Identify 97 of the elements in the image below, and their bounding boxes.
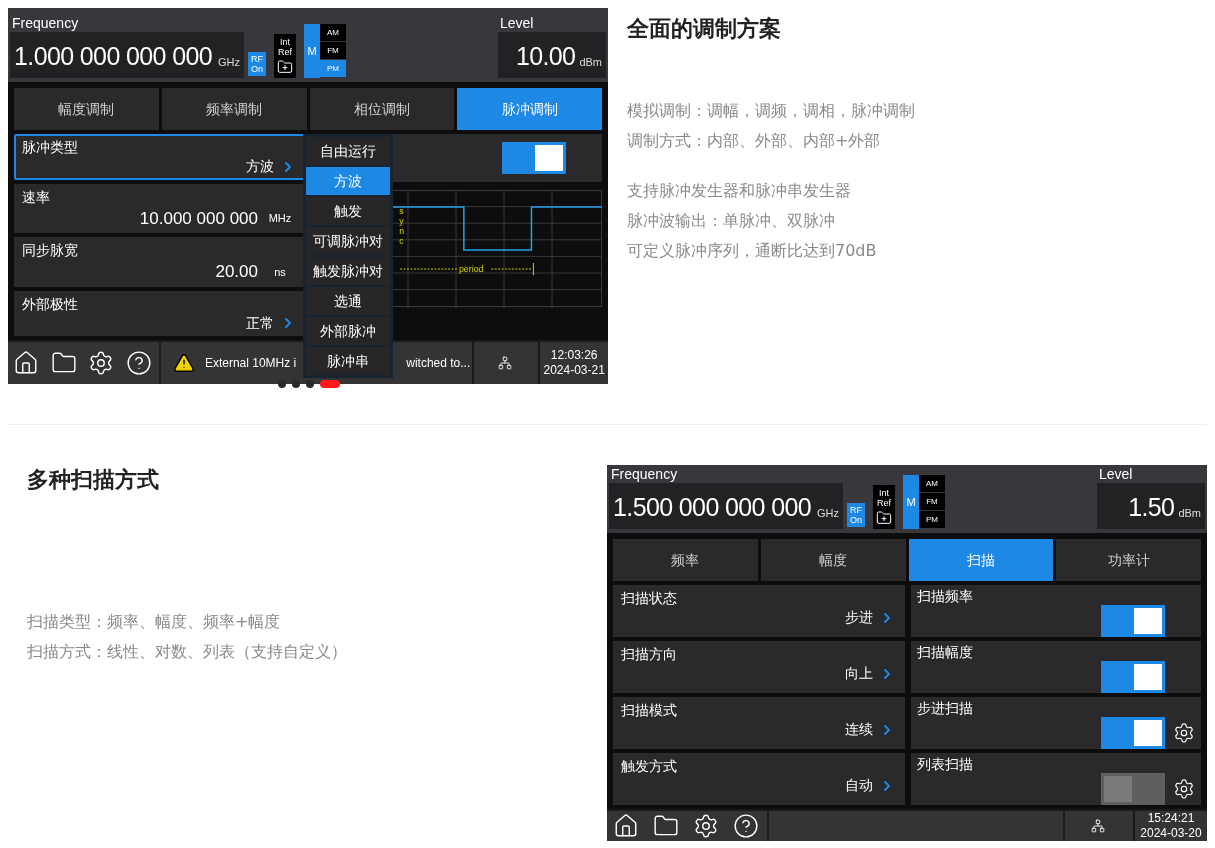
menu-option[interactable]: 方波 <box>306 167 390 195</box>
home-icon[interactable] <box>613 813 639 839</box>
reference-badge[interactable]: Int Ref <box>873 485 895 529</box>
tab[interactable]: 功率计 <box>1056 539 1201 581</box>
feature-text: 可定义脉冲序列，通断比达到70dB <box>627 240 878 262</box>
parameter-label: 速率 <box>22 187 51 206</box>
feature-text: 支持脉冲发生器和脉冲串发生器 <box>627 180 852 202</box>
toggle-switch[interactable] <box>1101 717 1165 749</box>
feature-text: 模拟调制：调幅，调频，调相，脉冲调制 <box>627 100 915 122</box>
menu-option[interactable]: 外部脉冲 <box>306 317 390 345</box>
tab[interactable]: 相位调制 <box>309 88 455 130</box>
menu-option[interactable]: 自由运行 <box>306 137 390 165</box>
feature-text: 扫描方式：线性、对数、列表（支持自定义） <box>27 641 348 663</box>
parameter-value: 20.00 <box>215 261 258 283</box>
modulation-indicator: AM <box>320 24 346 42</box>
frequency-label: Frequency <box>610 465 679 483</box>
toggle-switch[interactable] <box>1101 661 1165 693</box>
parameter-row[interactable]: 外部极性 正常 <box>14 290 306 336</box>
warning-icon <box>172 352 195 374</box>
network-icon[interactable] <box>498 356 513 370</box>
feature-text: 调制方式：内部、外部、内部+外部 <box>627 130 882 152</box>
parameter-label: 外部极性 <box>22 294 79 313</box>
help-icon[interactable] <box>126 350 152 376</box>
feature-text: 扫描类型：频率、幅度、频率+幅度 <box>27 611 282 633</box>
status-message: External 10MHz i <box>204 355 297 372</box>
parameter-value: 向上 <box>845 664 873 683</box>
frequency-field[interactable]: 1.500 000 000 000 GHz <box>609 483 843 529</box>
parameter-value: 10.000 000 000 <box>139 207 258 230</box>
frequency-field[interactable]: 1.000 000 000 000 GHz <box>10 32 244 78</box>
parameter-row[interactable]: 扫描方向 向上 <box>613 641 905 693</box>
modulation-indicator: FM <box>320 42 346 60</box>
modulation-indicator: FM <box>919 493 945 511</box>
menu-option[interactable]: 可调脉冲对 <box>306 227 390 255</box>
menu-option[interactable]: 选通 <box>306 287 390 315</box>
parameter-label: 扫描方向 <box>621 645 678 663</box>
parameter-value: 正常 <box>246 313 274 333</box>
parameter-value: 连续 <box>845 720 873 739</box>
parameter-row[interactable]: 触发方式 自动 <box>613 753 905 805</box>
parameter-row[interactable]: 速率 10.000 000 000 MHz <box>14 183 306 233</box>
sync-label: sync <box>399 205 405 246</box>
clock: 15:24:21 2024-03-20 <box>1133 811 1207 841</box>
section-heading: 全面的调制方案 <box>627 15 782 43</box>
folder-icon <box>277 59 293 75</box>
frequency-label: Frequency <box>11 14 80 32</box>
settings-icon[interactable] <box>693 813 719 839</box>
parameter-label: 扫描模式 <box>621 701 678 719</box>
modulation-badge[interactable]: M <box>903 475 919 529</box>
tab[interactable]: 扫描 <box>908 539 1054 581</box>
menu-option[interactable]: 脉冲串 <box>306 347 390 375</box>
parameter-label: 扫描状态 <box>621 589 678 607</box>
rf-on-badge[interactable]: RF On <box>248 52 266 76</box>
modulation-indicator: PM <box>919 511 945 529</box>
parameter-label: 触发方式 <box>621 757 678 775</box>
level-label: Level <box>1098 465 1134 483</box>
tab[interactable]: 频率 <box>613 539 758 581</box>
parameter-value: 步进 <box>845 608 873 627</box>
toggle-switch[interactable] <box>1101 773 1165 805</box>
settings-icon[interactable] <box>1173 722 1195 744</box>
toggle-switch[interactable] <box>1101 605 1165 637</box>
unit-label: ns <box>273 264 287 280</box>
unit-label: MHz <box>267 211 293 226</box>
settings-icon[interactable] <box>1173 778 1195 800</box>
level-field[interactable]: 10.00 dBm <box>498 32 606 78</box>
parameter-label: 同步脉宽 <box>22 241 79 259</box>
folder-icon <box>876 510 892 526</box>
switch-label: 列表扫描 <box>917 755 974 773</box>
tab[interactable]: 脉冲调制 <box>457 88 602 130</box>
switch-label: 扫描频率 <box>917 587 974 605</box>
level-field[interactable]: 1.50 dBm <box>1097 483 1205 529</box>
modulation-indicator: PM <box>320 60 346 78</box>
help-icon[interactable] <box>733 813 759 839</box>
status-message: witched to... <box>406 355 471 372</box>
parameter-value: 自动 <box>845 776 873 795</box>
clock: 12:03:26 2024-03-21 <box>538 342 608 384</box>
switch-label: 扫描幅度 <box>917 643 974 661</box>
modulation-badge[interactable]: M <box>304 24 320 78</box>
menu-option[interactable]: 触发脉冲对 <box>306 257 390 285</box>
feature-text: 脉冲波输出：单脉冲、双脉冲 <box>627 210 836 232</box>
network-icon[interactable] <box>1091 819 1105 833</box>
tab[interactable]: 幅度 <box>760 539 906 581</box>
level-label: Level <box>499 14 535 32</box>
period-label: period <box>458 263 484 274</box>
section-heading: 多种扫描方式 <box>27 466 160 494</box>
parameter-label: 脉冲类型 <box>22 138 79 156</box>
parameter-value: 方波 <box>246 157 274 176</box>
tab[interactable]: 频率调制 <box>161 88 307 130</box>
parameter-row[interactable]: 脉冲类型 方波 <box>14 134 306 180</box>
parameter-row[interactable]: 扫描模式 连续 <box>613 697 905 749</box>
tab[interactable]: 幅度调制 <box>14 88 159 130</box>
rf-on-badge[interactable]: RF On <box>847 503 865 527</box>
menu-option[interactable]: 触发 <box>306 197 390 225</box>
switch-label: 步进扫描 <box>917 699 974 717</box>
parameter-row[interactable]: 扫描状态 步进 <box>613 585 905 637</box>
modulation-indicator: AM <box>919 475 945 493</box>
reference-badge[interactable]: Int Ref <box>274 34 296 78</box>
parameter-row[interactable]: 同步脉宽 20.00 ns <box>14 237 306 287</box>
toggle-switch[interactable] <box>502 142 566 174</box>
